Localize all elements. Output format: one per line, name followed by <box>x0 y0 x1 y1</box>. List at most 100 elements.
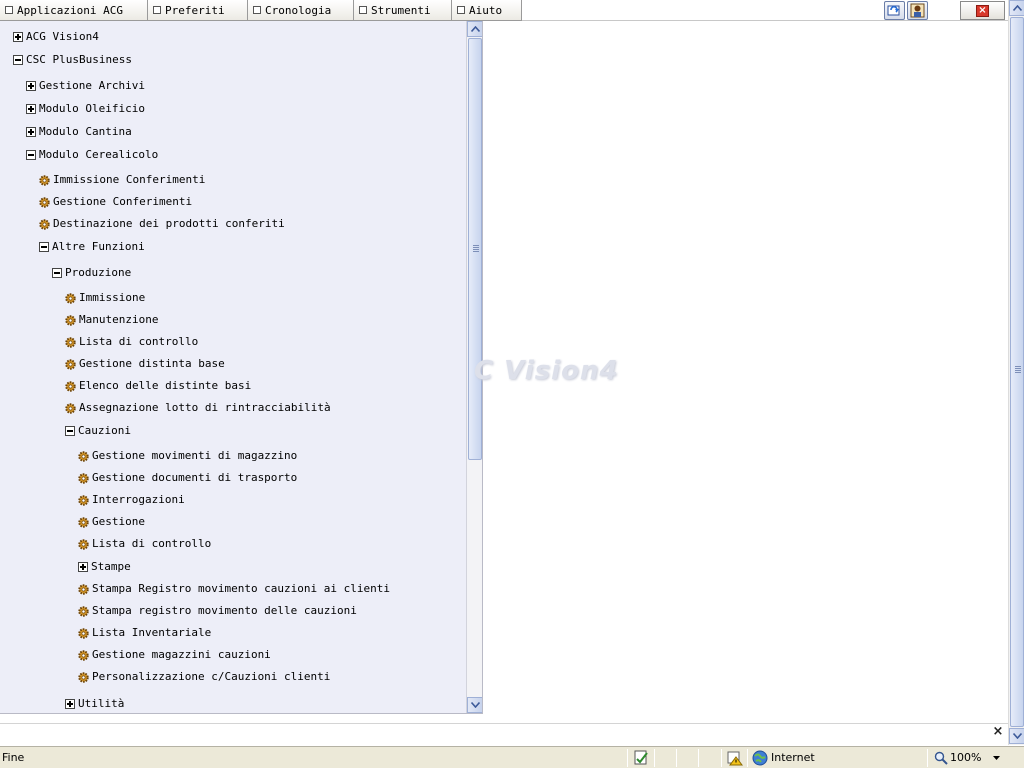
collapse-minus-icon[interactable] <box>65 426 75 436</box>
tree-node-label: Altre Funzioni <box>52 240 145 253</box>
menu-tab-applicazioni-acg[interactable]: Applicazioni ACG <box>0 0 148 21</box>
scroll-down-button[interactable] <box>467 697 482 713</box>
tree-node-label: Gestione movimenti di magazzino <box>92 449 298 462</box>
watermark-logo: C Vision4 <box>474 356 619 386</box>
scroll-up-button[interactable] <box>467 21 482 37</box>
tree-node-assegnazione-lotto[interactable]: Assegnazione lotto di rintracciabilità <box>65 400 331 416</box>
collapse-minus-icon[interactable] <box>39 242 49 252</box>
tree-node-label: Elenco delle distinte basi <box>79 379 252 392</box>
tree-node-immissione[interactable]: Immissione <box>65 290 145 306</box>
tree-node-label: Assegnazione lotto di rintracciabilità <box>79 401 331 414</box>
tree-node-lista-di-controllo[interactable]: Lista di controllo <box>65 334 198 350</box>
navigation-tree-panel: ACG Vision4 CSC PlusBusiness Gestione Ar… <box>0 21 483 714</box>
menu-tab-strumenti[interactable]: Strumenti <box>354 0 452 21</box>
menu-tab-aiuto[interactable]: Aiuto <box>452 0 522 21</box>
tree-node-utilita[interactable]: Utilità <box>65 696 124 712</box>
tree-node-stampa-registro-cauzioni[interactable]: Stampa registro movimento delle cauzioni <box>78 603 357 619</box>
tree-node-immissione-conferimenti[interactable]: Immissione Conferimenti <box>39 172 205 188</box>
user-profile-button[interactable] <box>907 1 928 20</box>
chevron-down-icon[interactable] <box>993 756 1000 761</box>
tree-node-gestione-distinta-base[interactable]: Gestione distinta base <box>65 356 225 372</box>
tree-node-gestione-movimenti-magazzino[interactable]: Gestione movimenti di magazzino <box>78 448 297 464</box>
tree-node-label: Lista di controllo <box>79 335 199 348</box>
tree-node-modulo-oleificio[interactable]: Modulo Oleificio <box>26 101 145 117</box>
expand-plus-icon[interactable] <box>26 127 36 137</box>
tree-node-label: ACG Vision4 <box>26 30 99 43</box>
window-scroll-thumb[interactable] <box>1010 17 1024 727</box>
expand-plus-icon[interactable] <box>26 81 36 91</box>
divider <box>698 749 699 767</box>
window-scroll-up-button[interactable] <box>1009 0 1024 16</box>
zoom-level[interactable]: 100% <box>950 751 981 764</box>
gear-icon <box>65 402 76 414</box>
gear-icon <box>78 583 89 595</box>
tree-node-label: Stampe <box>91 560 131 573</box>
collapse-minus-icon[interactable] <box>13 55 23 65</box>
tree-node-label: Utilità <box>78 697 125 710</box>
expand-plus-icon[interactable] <box>65 699 75 709</box>
tree-node-modulo-cerealicolo[interactable]: Modulo Cerealicolo <box>26 147 158 163</box>
tab-checkbox-icon <box>5 6 13 14</box>
tree-node-label: Stampa Registro movimento cauzioni ai cl… <box>92 582 391 595</box>
gear-icon <box>65 380 76 392</box>
refresh-button[interactable] <box>884 1 905 20</box>
tab-checkbox-icon <box>253 6 261 14</box>
tree-node-label: Gestione documenti di trasporto <box>92 471 298 484</box>
tree-node-gestione-documenti-trasporto[interactable]: Gestione documenti di trasporto <box>78 470 297 486</box>
gear-icon <box>39 174 50 186</box>
tree-node-modulo-cantina[interactable]: Modulo Cantina <box>26 124 132 140</box>
tree-node-personalizzazione-cauzioni[interactable]: Personalizzazione c/Cauzioni clienti <box>78 669 330 685</box>
divider <box>927 749 928 767</box>
tree-node-label: Modulo Cantina <box>39 125 132 138</box>
popup-blocked-icon[interactable] <box>727 750 744 766</box>
gear-icon <box>78 516 89 528</box>
tree-node-lista-di-controllo-cauzioni[interactable]: Lista di controllo <box>78 536 211 552</box>
collapse-minus-icon[interactable] <box>52 268 62 278</box>
tree-node-lista-inventariale[interactable]: Lista Inventariale <box>78 625 211 641</box>
divider <box>627 749 628 767</box>
tree-node-destinazione-prodotti[interactable]: Destinazione dei prodotti conferiti <box>39 216 285 232</box>
collapse-minus-icon[interactable] <box>26 150 36 160</box>
tree-node-csc-plusbusiness[interactable]: CSC PlusBusiness <box>13 52 132 68</box>
gear-icon <box>39 196 50 208</box>
gear-icon <box>65 314 76 326</box>
app-close-button[interactable]: × <box>960 1 1005 20</box>
tree-node-gestione[interactable]: Gestione <box>78 514 145 530</box>
tree-node-gestione-magazzini-cauzioni[interactable]: Gestione magazzini cauzioni <box>78 647 271 663</box>
tree-node-elenco-distinte-basi[interactable]: Elenco delle distinte basi <box>65 378 251 394</box>
divider <box>721 749 722 767</box>
tree-node-label: Gestione distinta base <box>79 357 225 370</box>
expand-plus-icon[interactable] <box>78 562 88 572</box>
tree-node-stampa-registro-clienti[interactable]: Stampa Registro movimento cauzioni ai cl… <box>78 581 390 597</box>
gear-icon <box>78 450 89 462</box>
tree-node-label: Gestione magazzini cauzioni <box>92 648 271 661</box>
scroll-thumb[interactable] <box>468 38 482 460</box>
grip-icon <box>473 245 479 253</box>
expand-plus-icon[interactable] <box>26 104 36 114</box>
tree-node-label: Gestione Archivi <box>39 79 145 92</box>
menu-tab-cronologia[interactable]: Cronologia <box>248 0 354 21</box>
gear-icon <box>78 627 89 639</box>
tree-node-label: Immissione Conferimenti <box>53 173 206 186</box>
chevron-down-icon <box>1012 733 1022 739</box>
expand-plus-icon[interactable] <box>13 32 23 42</box>
close-icon[interactable]: × <box>991 724 1005 739</box>
tree-node-altre-funzioni[interactable]: Altre Funzioni <box>39 239 145 255</box>
tree-node-manutenzione[interactable]: Manutenzione <box>65 312 158 328</box>
window-scrollbar[interactable] <box>1008 0 1024 745</box>
tree-node-acg-vision4[interactable]: ACG Vision4 <box>13 29 99 45</box>
divider <box>654 749 655 767</box>
divider <box>747 749 748 767</box>
tree-node-label: Stampa registro movimento delle cauzioni <box>92 604 357 617</box>
tree-node-gestione-conferimenti[interactable]: Gestione Conferimenti <box>39 194 192 210</box>
gear-icon <box>78 538 89 550</box>
tree-node-label: Lista di controllo <box>92 537 212 550</box>
menu-tab-preferiti[interactable]: Preferiti <box>148 0 248 21</box>
content-area: C Vision4 <box>474 21 1008 714</box>
tree-node-interrogazioni[interactable]: Interrogazioni <box>78 492 185 508</box>
tree-node-produzione[interactable]: Produzione <box>52 265 131 281</box>
tree-node-gestione-archivi[interactable]: Gestione Archivi <box>26 78 145 94</box>
tree-node-stampe[interactable]: Stampe <box>78 559 131 575</box>
window-scroll-down-button[interactable] <box>1009 728 1024 744</box>
tree-node-cauzioni[interactable]: Cauzioni <box>65 423 131 439</box>
